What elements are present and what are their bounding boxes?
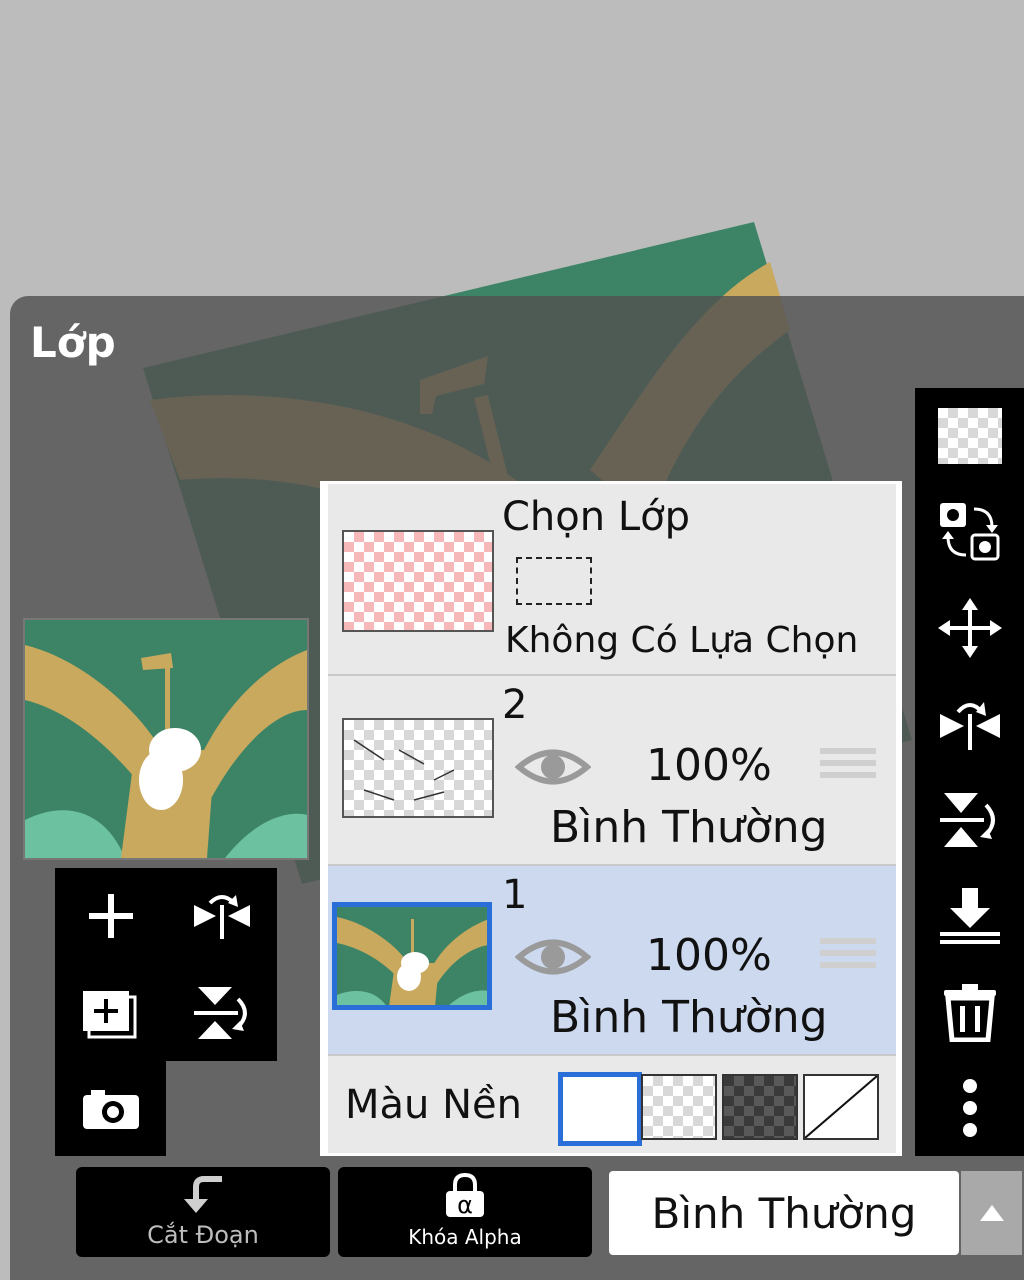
camera-icon [82, 1089, 139, 1129]
swap-layer-button[interactable] [915, 484, 1024, 580]
merge-down-icon [939, 888, 1000, 944]
merge-down-button[interactable] [915, 868, 1024, 964]
bg-dark-checker-option[interactable] [722, 1074, 798, 1140]
panel-title: Lớp [30, 318, 116, 367]
transparency-icon [937, 408, 1002, 464]
flip-vertical-button[interactable] [166, 964, 277, 1061]
layer-sketch-marks [353, 739, 455, 801]
selection-layer-row[interactable]: Chọn Lớp Không Có Lựa Chọn [328, 484, 896, 676]
camera-button[interactable] [55, 1061, 166, 1156]
copy-layer-icon [82, 990, 136, 1038]
blend-mode-dropdown-button[interactable] [961, 1171, 1022, 1255]
alpha-lock-label: Khóa Alpha [408, 1225, 522, 1249]
blend-mode-select[interactable]: Bình Thường [609, 1171, 959, 1255]
layer-row[interactable]: 2 100% Bình Thường [328, 676, 896, 866]
layer-list: Chọn Lớp Không Có Lựa Chọn 2 100% Bình T… [320, 481, 902, 1156]
clip-label: Cắt Đoạn [147, 1221, 259, 1249]
chevron-up-icon [979, 1205, 1004, 1221]
drag-handle-icon[interactable] [820, 938, 876, 974]
bg-none-option[interactable] [803, 1074, 879, 1140]
drag-handle-icon[interactable] [820, 748, 876, 784]
layer-name: 1 [502, 872, 528, 918]
more-vertical-icon [962, 1079, 977, 1137]
lock-alpha-icon: α [446, 1173, 484, 1219]
right-toolbar [915, 388, 1024, 1156]
flip-horizontal-icon [193, 895, 250, 939]
bg-transparent-option[interactable] [641, 1074, 717, 1140]
eye-icon[interactable] [515, 744, 591, 790]
flip-horizontal-button[interactable] [166, 868, 277, 964]
flip-vertical-icon [193, 986, 247, 1039]
layer-thumbnail [342, 718, 494, 818]
flip-vertical-icon [939, 793, 995, 847]
none-slash-icon [804, 1075, 878, 1139]
move-icon [937, 598, 1002, 658]
clip-arrow-icon [184, 1176, 222, 1213]
selection-status: Không Có Lựa Chọn [505, 620, 859, 661]
layer-blend-mode: Bình Thường [550, 992, 828, 1043]
clipping-button[interactable]: Cắt Đoạn [76, 1167, 330, 1257]
move-layer-button[interactable] [915, 580, 1024, 676]
eye-icon[interactable] [515, 934, 591, 980]
preview-artwork [25, 620, 307, 858]
layer-thumbnail [332, 902, 492, 1010]
transparency-button[interactable] [915, 388, 1024, 484]
layer-artwork [337, 907, 487, 1005]
svg-text:α: α [457, 1191, 473, 1219]
layer-blend-mode: Bình Thường [550, 802, 828, 853]
selection-title: Chọn Lớp [502, 494, 690, 540]
alpha-lock-button[interactable]: α Khóa Alpha [338, 1167, 592, 1257]
flip-vertical-layer-button[interactable] [915, 772, 1024, 868]
layer-opacity[interactable]: 100% [646, 740, 772, 791]
bg-white-option[interactable] [558, 1072, 642, 1146]
trash-icon [943, 984, 996, 1042]
plus-icon [88, 894, 133, 938]
add-layer-button[interactable] [55, 868, 166, 964]
layer-opacity[interactable]: 100% [646, 930, 772, 981]
selection-thumbnail [342, 530, 494, 632]
flip-horizontal-layer-button[interactable] [915, 676, 1024, 772]
delete-layer-button[interactable] [915, 964, 1024, 1060]
flip-horizontal-icon [939, 702, 1000, 750]
canvas-preview[interactable] [23, 618, 309, 860]
layer-row-selected[interactable]: 1 100% Bình Thường [328, 866, 896, 1056]
swap-icon [939, 503, 999, 561]
add-copy-layer-button[interactable] [55, 964, 166, 1061]
layer-name: 2 [502, 682, 528, 728]
background-color-row: Màu Nền [328, 1056, 896, 1153]
background-label: Màu Nền [345, 1082, 522, 1128]
selection-rect-icon [516, 557, 592, 605]
more-options-button[interactable] [915, 1060, 1024, 1156]
